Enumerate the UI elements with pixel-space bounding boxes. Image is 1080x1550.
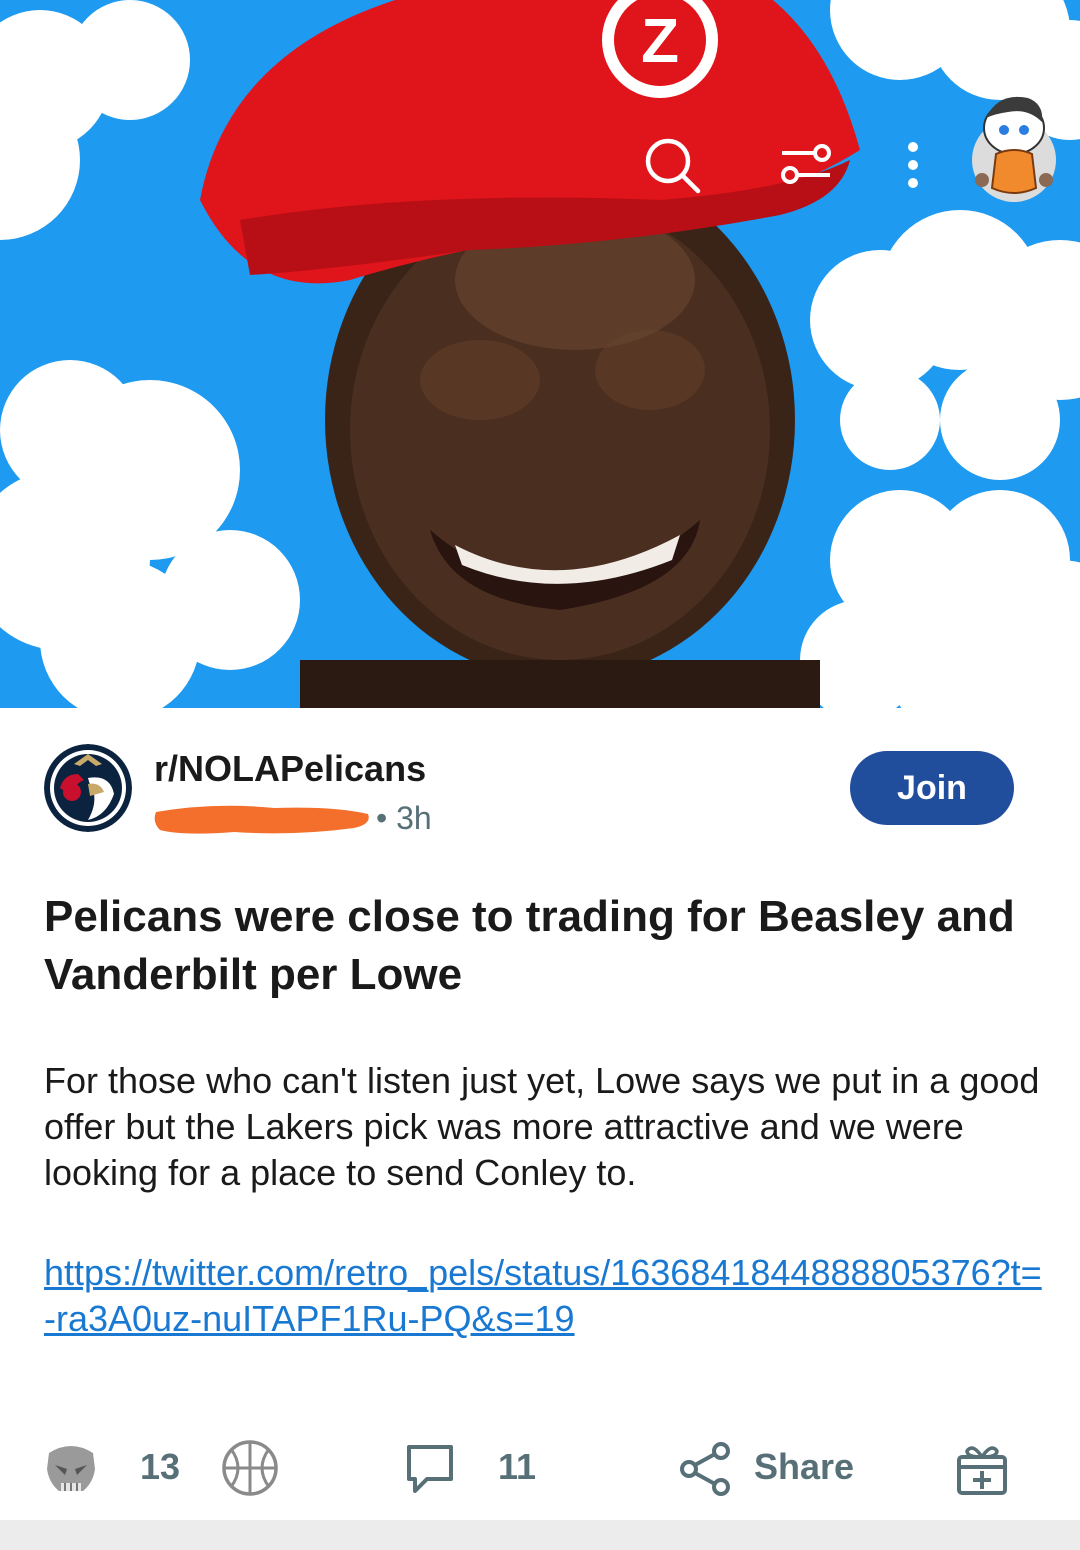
post-title[interactable]: Pelicans were close to trading for Beasl… [44,888,1034,1004]
award-button[interactable] [952,1438,1012,1498]
more-vertical-icon [908,142,918,188]
top-toolbar [0,96,1080,210]
upvote-icon [47,1446,95,1491]
join-button[interactable]: Join [850,751,1014,825]
post-body: For those who can't listen just yet, Low… [44,1060,1040,1193]
subreddit-icon[interactable] [44,744,132,832]
user-avatar-icon [972,96,1056,202]
share-icon-button[interactable] [676,1438,736,1498]
subreddit-name[interactable]: r/NOLAPelicans [154,748,426,790]
svg-text:Z: Z [641,7,679,76]
comments-button[interactable] [402,1440,458,1496]
wifi-icon [915,32,947,54]
post-header: r/NOLAPelicans • 3h Join [44,744,1034,844]
post-link[interactable]: https://twitter.com/retro_pels/status/16… [44,1250,1044,1342]
pelican-logo-icon [44,744,132,832]
search-button[interactable] [640,130,704,200]
gift-plus-icon [957,1446,1007,1495]
redacted-username [154,805,369,834]
upvote-button[interactable] [40,1438,102,1500]
post-time: • 3h [376,800,432,836]
share-button[interactable]: Share [754,1446,854,1488]
search-icon [645,138,701,194]
score-count: 13 [140,1446,181,1487]
post-meta: • 3h [154,800,432,837]
filter-button[interactable] [776,130,836,200]
battery-indicator: 67 [958,28,1025,60]
basketball-icon [222,1440,278,1496]
post-actions-bar: 13 11 Share [0,1430,1080,1506]
filter-icon [781,144,831,184]
status-bar: 67 [914,28,1025,60]
comments-count: 11 [498,1446,537,1487]
downvote-button[interactable] [220,1438,280,1498]
share-icon [680,1442,730,1496]
more-options-button[interactable] [890,130,936,200]
post-banner-image[interactable]: Z [0,0,1080,708]
battery-level: 67 [978,33,1000,54]
user-avatar-button[interactable] [968,88,1060,204]
comment-icon [407,1445,453,1493]
feed-divider [0,1520,1080,1550]
